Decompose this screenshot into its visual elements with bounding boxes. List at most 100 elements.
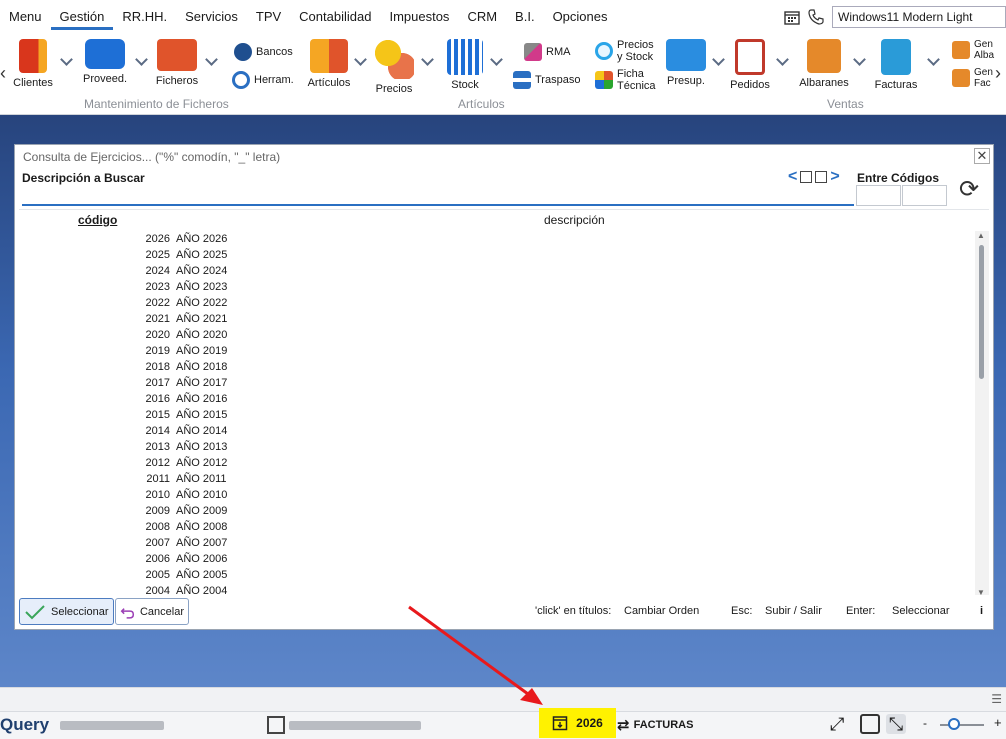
column-header-description[interactable]: descripción (544, 213, 605, 227)
ficha-tecnica-button[interactable]: Ficha Técnica (595, 68, 656, 92)
phone-icon[interactable] (808, 9, 824, 25)
table-row[interactable]: 2022 AÑO 2022 (19, 295, 974, 311)
menu-item-9[interactable]: Opciones (544, 0, 617, 33)
precios-stock-button[interactable]: Precios y Stock (595, 39, 654, 63)
scroll-down-icon[interactable]: ▼ (977, 588, 985, 595)
presup-dropdown-icon[interactable] (712, 53, 725, 66)
row-description: AÑO 2023 (176, 281, 228, 293)
compress-icon[interactable]: ⤡ (886, 714, 906, 734)
ribbon-scroll-right-icon[interactable]: › (995, 63, 1001, 84)
articulos-button[interactable]: Artículos (305, 39, 353, 89)
proveed-dropdown-icon[interactable] (135, 53, 148, 66)
zoom-out-icon[interactable]: - (923, 716, 927, 730)
table-row[interactable]: 2013 AÑO 2013 (19, 439, 974, 455)
pedidos-button[interactable]: Pedidos (728, 39, 772, 91)
scroll-up-icon[interactable]: ▲ (977, 231, 985, 240)
precios-dropdown-icon[interactable] (421, 53, 434, 66)
info-icon[interactable]: i (980, 605, 983, 617)
table-row[interactable]: 2019 AÑO 2019 (19, 343, 974, 359)
table-row[interactable]: 2017 AÑO 2017 (19, 375, 974, 391)
table-row[interactable]: 2020 AÑO 2020 (19, 327, 974, 343)
chevron-left-icon[interactable]: < (788, 169, 797, 185)
menu-item-7[interactable]: CRM (458, 0, 506, 33)
menu-item-6[interactable]: Impuestos (380, 0, 458, 33)
table-row[interactable]: 2024 AÑO 2024 (19, 263, 974, 279)
menu-item-5[interactable]: Contabilidad (290, 0, 380, 33)
table-row[interactable]: 2023 AÑO 2023 (19, 279, 974, 295)
menu-item-8[interactable]: B.I. (506, 0, 544, 33)
table-row[interactable]: 2009 AÑO 2009 (19, 503, 974, 519)
table-row[interactable]: 2011 AÑO 2011 (19, 471, 974, 487)
hamburger-icon[interactable]: ☰ (991, 692, 1002, 706)
cancel-button[interactable]: Cancelar (115, 598, 189, 625)
chevron-right-icon[interactable]: > (830, 169, 839, 185)
zoom-slider-track[interactable] (940, 724, 984, 726)
scrollbar-thumb[interactable] (979, 245, 984, 379)
ficheros-dropdown-icon[interactable] (205, 53, 218, 66)
table-row[interactable]: 2007 AÑO 2007 (19, 535, 974, 551)
table-row[interactable]: 2010 AÑO 2010 (19, 487, 974, 503)
zoom-slider-knob[interactable] (948, 718, 960, 730)
vertical-scrollbar[interactable]: ▲ ▼ (975, 231, 989, 595)
table-row[interactable]: 2021 AÑO 2021 (19, 311, 974, 327)
rma-button[interactable]: RMA (524, 43, 570, 61)
articulos-dropdown-icon[interactable] (354, 53, 367, 66)
bancos-button[interactable]: Bancos (234, 43, 293, 61)
menu-item-1[interactable]: Gestión (50, 0, 114, 33)
close-icon[interactable]: ✕ (974, 148, 990, 164)
theme-select[interactable]: Windows11 Modern Light (832, 6, 1006, 28)
table-row[interactable]: 2025 AÑO 2025 (19, 247, 974, 263)
code-to-input[interactable] (902, 185, 947, 206)
precios-stock-label-1: Precios (617, 39, 654, 51)
table-row[interactable]: 2015 AÑO 2015 (19, 407, 974, 423)
menu-item-4[interactable]: TPV (247, 0, 290, 33)
pedidos-dropdown-icon[interactable] (776, 53, 789, 66)
facturas-dropdown-icon[interactable] (927, 53, 940, 66)
column-header-code[interactable]: código (78, 213, 117, 227)
search-input[interactable] (22, 185, 854, 206)
facturas-button[interactable]: Facturas (870, 39, 922, 91)
table-row[interactable]: 2014 AÑO 2014 (19, 423, 974, 439)
proveed-button[interactable]: Proveed. (80, 39, 130, 85)
precios-button[interactable]: Precios (372, 39, 416, 95)
menu-item-3[interactable]: Servicios (176, 0, 247, 33)
table-row[interactable]: 2006 AÑO 2006 (19, 551, 974, 567)
table-row[interactable]: 2026 AÑO 2026 (19, 231, 974, 247)
company-icon[interactable] (267, 716, 285, 734)
calendar-icon[interactable] (784, 9, 800, 25)
zoom-in-icon[interactable]: + (994, 715, 1002, 730)
traspaso-button[interactable]: Traspaso (513, 71, 580, 89)
row-code: 2005 (145, 569, 170, 581)
clientes-button[interactable]: Clientes (8, 39, 58, 89)
generar-facturas-button[interactable]: Gen Fac (952, 67, 993, 89)
ficheros-button[interactable]: Ficheros (152, 39, 202, 87)
menu-item-0[interactable]: Menu (0, 0, 51, 33)
herram-button[interactable]: Herram. (232, 71, 294, 89)
presup-button[interactable]: Presup. (662, 39, 710, 87)
ribbon-scroll-left-icon[interactable]: ‹ (0, 63, 6, 84)
refresh-icon[interactable]: ⟳ (955, 176, 983, 204)
clientes-dropdown-icon[interactable] (60, 53, 73, 66)
square-icon[interactable] (815, 171, 828, 183)
table-row[interactable]: 2005 AÑO 2005 (19, 567, 974, 583)
menu-item-2[interactable]: RR.HH. (113, 0, 176, 33)
hint-click-value: Cambiar Orden (624, 605, 700, 617)
year-badge[interactable]: 2026 (539, 708, 616, 738)
document-type[interactable]: ⇄ FACTURAS (617, 716, 693, 734)
generar-facturas-label: Gen Fac (974, 67, 993, 89)
table-row[interactable]: 2004 AÑO 2004 (19, 583, 974, 595)
stock-dropdown-icon[interactable] (490, 53, 503, 66)
code-from-input[interactable] (856, 185, 901, 206)
generar-albaranes-button[interactable]: Gen Alba (952, 39, 994, 61)
albaranes-button[interactable]: Albaranes (796, 39, 852, 89)
expand-icon[interactable]: ⤢ (830, 714, 850, 734)
table-row[interactable]: 2008 AÑO 2008 (19, 519, 974, 535)
select-button[interactable]: Seleccionar (19, 598, 114, 625)
table-row[interactable]: 2012 AÑO 2012 (19, 455, 974, 471)
albaranes-dropdown-icon[interactable] (853, 53, 866, 66)
table-row[interactable]: 2018 AÑO 2018 (19, 359, 974, 375)
table-row[interactable]: 2016 AÑO 2016 (19, 391, 974, 407)
fullscreen-icon[interactable] (860, 714, 880, 734)
square-icon[interactable] (800, 171, 813, 183)
stock-button[interactable]: Stock (443, 39, 487, 91)
